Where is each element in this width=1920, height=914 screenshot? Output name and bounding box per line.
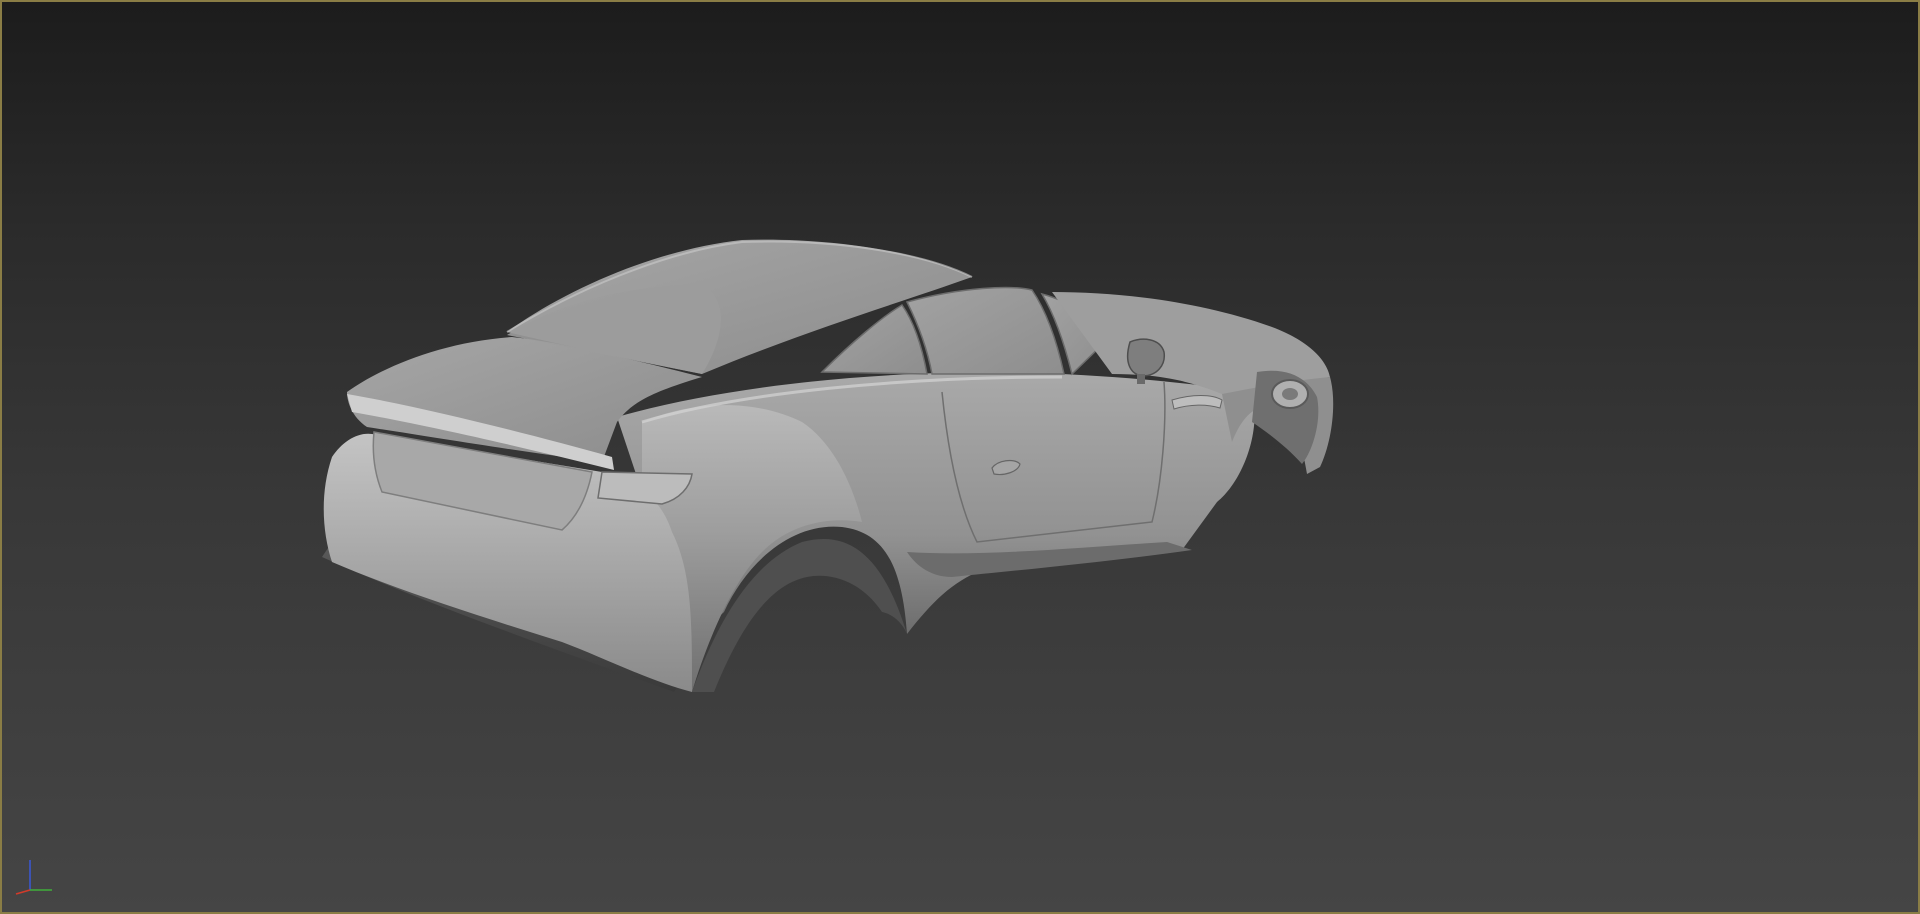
perspective-viewport[interactable] xyxy=(0,0,1920,914)
car-body-model[interactable] xyxy=(2,2,1920,914)
side-mirror xyxy=(1126,338,1165,377)
x-axis-line xyxy=(15,889,31,895)
axis-tripod-icon xyxy=(15,860,52,895)
mirror-stalk xyxy=(1137,374,1145,384)
brake-disc-hub xyxy=(1282,388,1298,400)
side-window-front xyxy=(905,286,1065,375)
